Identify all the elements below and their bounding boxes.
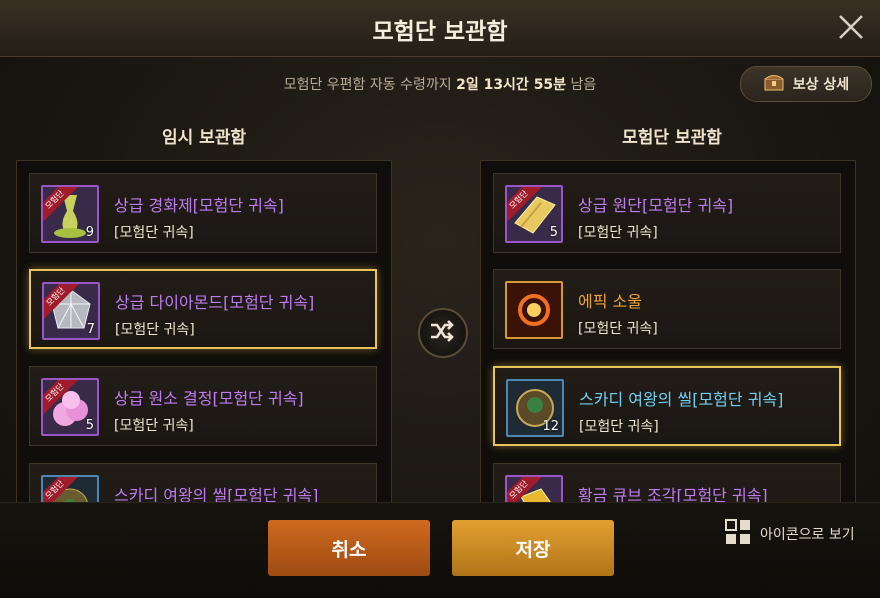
list-item[interactable]: 모험단 스카디 여왕의 씰[모험단 귀속] xyxy=(29,463,377,504)
diamond-icon: 모험단 7 xyxy=(42,282,100,340)
item-quantity: 5 xyxy=(549,225,558,240)
list-item[interactable]: 모험단 9 상급 경화제[모험단 귀속] [모험단 귀속] xyxy=(29,173,377,253)
list-item-selected[interactable]: 모험단 7 상급 다이아몬드[모험단 귀속] [모험단 귀속] xyxy=(29,269,377,349)
adventure-storage-title: 모험단 보관함 xyxy=(622,128,722,148)
item-quantity: 7 xyxy=(86,322,95,337)
item-quantity: 9 xyxy=(85,225,94,240)
list-item[interactable]: 모험단 황금 큐브 조각[모험단 귀속] xyxy=(493,463,841,504)
item-name: 상급 다이아몬드[모험단 귀속] xyxy=(115,293,315,312)
item-name: 스카디 여왕의 씰[모험단 귀속] xyxy=(579,390,784,409)
item-name: 황금 큐브 조각[모험단 귀속] xyxy=(578,486,768,504)
item-binding: [모험단 귀속] xyxy=(579,419,659,435)
reward-detail-button[interactable]: 보상 상세 xyxy=(740,66,872,102)
item-name: 상급 원단[모험단 귀속] xyxy=(578,196,734,215)
item-name: 에픽 소울 xyxy=(578,292,642,311)
cancel-button[interactable]: 취소 xyxy=(268,520,430,576)
grid-view-icon xyxy=(724,518,752,550)
item-quantity: 5 xyxy=(85,418,94,433)
reward-detail-label: 보상 상세 xyxy=(792,77,850,93)
close-icon[interactable] xyxy=(836,12,866,42)
list-item[interactable]: 모험단 5 상급 원단[모험단 귀속] [모험단 귀속] xyxy=(493,173,841,253)
item-binding: [모험단 귀속] xyxy=(578,321,658,337)
list-item-selected[interactable]: 12 스카디 여왕의 씰[모험단 귀속] [모험단 귀속] xyxy=(493,366,841,446)
storage-window: 모험단 보관함 모험단 우편함 자동 수령까지 2일 13시간 55분 남음 보… xyxy=(0,0,880,598)
notice-time: 2일 13시간 55분 xyxy=(456,77,567,93)
list-item[interactable]: 에픽 소울 [모험단 귀속] xyxy=(493,269,841,349)
list-item[interactable]: 모험단 5 상급 원소 결정[모험단 귀속] [모험단 귀속] xyxy=(29,366,377,446)
notice-suffix: 남음 xyxy=(570,77,597,93)
bottom-bar xyxy=(0,502,880,598)
epic-soul-icon xyxy=(505,281,563,339)
save-button[interactable]: 저장 xyxy=(452,520,614,576)
item-binding: [모험단 귀속] xyxy=(115,322,195,338)
notice-prefix: 모험단 우편함 자동 수령까지 xyxy=(283,77,452,93)
temp-storage-title: 임시 보관함 xyxy=(161,128,247,148)
item-quantity: 12 xyxy=(542,419,559,434)
temp-storage-list[interactable]: 모험단 9 상급 경화제[모험단 귀속] [모험단 귀속] 모험단 7 상급 다… xyxy=(16,160,392,504)
item-name: 상급 원소 결정[모험단 귀속] xyxy=(114,389,304,408)
queen-seal-icon: 12 xyxy=(506,379,564,437)
treasure-chest-icon xyxy=(763,72,785,96)
item-binding: [모험단 귀속] xyxy=(578,225,658,241)
swap-button[interactable] xyxy=(418,308,468,358)
title-bar: 모험단 보관함 xyxy=(0,0,880,57)
adventure-storage-list[interactable]: 모험단 5 상급 원단[모험단 귀속] [모험단 귀속] 에픽 소울 [모험단 … xyxy=(480,160,856,504)
item-binding: [모험단 귀속] xyxy=(114,225,194,241)
gold-cube-piece-icon: 모험단 xyxy=(505,475,563,503)
hardener-potion-icon: 모험단 9 xyxy=(41,185,99,243)
window-title: 모험단 보관함 xyxy=(372,19,508,45)
fabric-icon: 모험단 5 xyxy=(505,185,563,243)
item-binding: [모험단 귀속] xyxy=(114,418,194,434)
icon-view-label: 아이콘으로 보기 xyxy=(760,527,855,543)
queen-seal-icon: 모험단 xyxy=(41,475,99,503)
item-name: 상급 경화제[모험단 귀속] xyxy=(114,196,284,215)
icon-view-toggle[interactable]: 아이콘으로 보기 xyxy=(724,518,855,550)
item-name: 스카디 여왕의 씰[모험단 귀속] xyxy=(114,486,319,504)
shuffle-icon xyxy=(420,320,462,356)
element-crystal-icon: 모험단 5 xyxy=(41,378,99,436)
